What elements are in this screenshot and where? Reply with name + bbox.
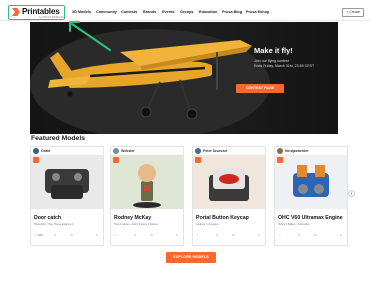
card-stats: ♡ 169 ⇩ ▭ ⌑ — [34, 233, 102, 239]
airplane-image — [30, 29, 270, 134]
bookmark-icon[interactable]: ⌑ — [96, 233, 98, 237]
hero-banner[interactable]: Make it fly! Join our flying contest End… — [30, 22, 338, 134]
card-category[interactable]: Household · Other House Equipment — [34, 223, 73, 226]
card-title[interactable]: Portal Button Keycap — [196, 215, 249, 221]
comment-icon: ▭ — [70, 233, 73, 237]
model-thumbnail[interactable] — [111, 155, 183, 209]
model-card[interactable]: Webster Rodney McKay Toys & Games · Acti… — [110, 146, 184, 246]
card-title[interactable]: Door catch — [34, 215, 61, 221]
avatar — [277, 148, 283, 154]
carousel-next-button[interactable]: › — [348, 190, 355, 197]
like-icon[interactable]: ♡ — [278, 233, 281, 237]
contest-page-button[interactable]: CONTEST PAGE — [236, 84, 284, 93]
card-category[interactable]: Toys & Games · Action Figures & Statues — [114, 223, 158, 226]
card-category[interactable]: Hobby & Makers · Automotive — [278, 223, 310, 226]
card-stats: ♡ ⇩ ▭ ⌑ — [278, 233, 346, 239]
hero-subtitle: Join our flying contest — [254, 59, 289, 63]
likes-count[interactable]: ♡ 169 — [34, 233, 43, 237]
download-icon: ⇩ — [216, 233, 219, 237]
featured-badge — [113, 157, 119, 163]
brand-subtitle: by PRUSA RESEARCH — [39, 15, 67, 19]
author-name: Peter Szuecsir — [203, 149, 228, 153]
model-card[interactable]: Grant Door catch Household · Other House… — [30, 146, 104, 246]
card-stats: ♡ ⇩ ▭ ⌑ — [114, 233, 182, 239]
card-title[interactable]: OHC V60 Ultramax Engine — [278, 215, 343, 221]
printables-logo-link[interactable]: Printables by PRUSA RESEARCH — [8, 5, 67, 20]
model-thumbnail[interactable] — [31, 155, 103, 209]
nav-brands[interactable]: Brands — [143, 10, 156, 14]
nav-events[interactable]: Events — [162, 10, 174, 14]
featured-badge — [195, 157, 201, 163]
bookmark-icon[interactable]: ⌑ — [176, 233, 178, 237]
model-thumbnail[interactable] — [275, 155, 347, 209]
create-button[interactable]: + Create — [342, 8, 364, 17]
featured-badge — [33, 157, 39, 163]
nav-groups[interactable]: Groups — [180, 10, 194, 14]
like-icon[interactable]: ♡ — [196, 233, 199, 237]
nav-education[interactable]: Education — [199, 10, 217, 14]
card-stats: ♡ ⇩ ▭ ⌑ — [196, 233, 264, 239]
author-name: Grant — [41, 149, 51, 153]
object-icon — [45, 169, 89, 199]
avatar — [33, 148, 39, 154]
download-icon: ⇩ — [134, 233, 137, 237]
hero-deadline: Ends Friday, March 31st, 23:59 CEST — [254, 64, 315, 68]
printables-logo-icon — [12, 8, 20, 16]
model-thumbnail[interactable] — [193, 155, 265, 209]
comment-icon: ▭ — [314, 233, 317, 237]
avatar — [113, 148, 119, 154]
nav-community[interactable]: Community — [96, 10, 117, 14]
like-icon[interactable]: ♡ — [114, 233, 117, 237]
bookmark-icon[interactable]: ⌑ — [258, 233, 260, 237]
card-category[interactable]: Gadgets · Computers — [196, 223, 219, 226]
keycap-icon — [209, 169, 249, 201]
nav-contests[interactable]: Contests — [121, 10, 137, 14]
featured-models-heading: Featured Models — [31, 135, 86, 142]
download-icon: ⇩ — [54, 233, 57, 237]
nav-prusa-blog[interactable]: Prusa Blog — [222, 10, 242, 14]
author-name: Nerdpowerder — [285, 149, 309, 153]
figure-icon — [133, 164, 161, 208]
hero-title: Make it fly! — [254, 46, 293, 55]
nav-3d-models[interactable]: 3D Models — [72, 10, 91, 14]
model-card[interactable]: Peter Szuecsir Portal Button Keycap Gadg… — [192, 146, 266, 246]
engine-icon — [293, 165, 329, 197]
model-card[interactable]: Nerdpowerder OHC V60 Ultramax Engine Hob… — [274, 146, 348, 246]
featured-badge — [277, 157, 283, 163]
top-navigation-bar: Printables by PRUSA RESEARCH 3D Models C… — [0, 0, 370, 21]
comment-icon: ▭ — [232, 233, 235, 237]
bookmark-icon[interactable]: ⌑ — [340, 233, 342, 237]
author-name: Webster — [121, 149, 135, 153]
nav-prusa-eshop[interactable]: Prusa Eshop — [246, 10, 269, 14]
explore-models-button[interactable]: EXPLORE MODELS — [166, 252, 216, 263]
card-title[interactable]: Rodney McKay — [114, 215, 151, 221]
avatar — [195, 148, 201, 154]
download-icon: ⇩ — [298, 233, 301, 237]
comment-icon: ▭ — [150, 233, 153, 237]
